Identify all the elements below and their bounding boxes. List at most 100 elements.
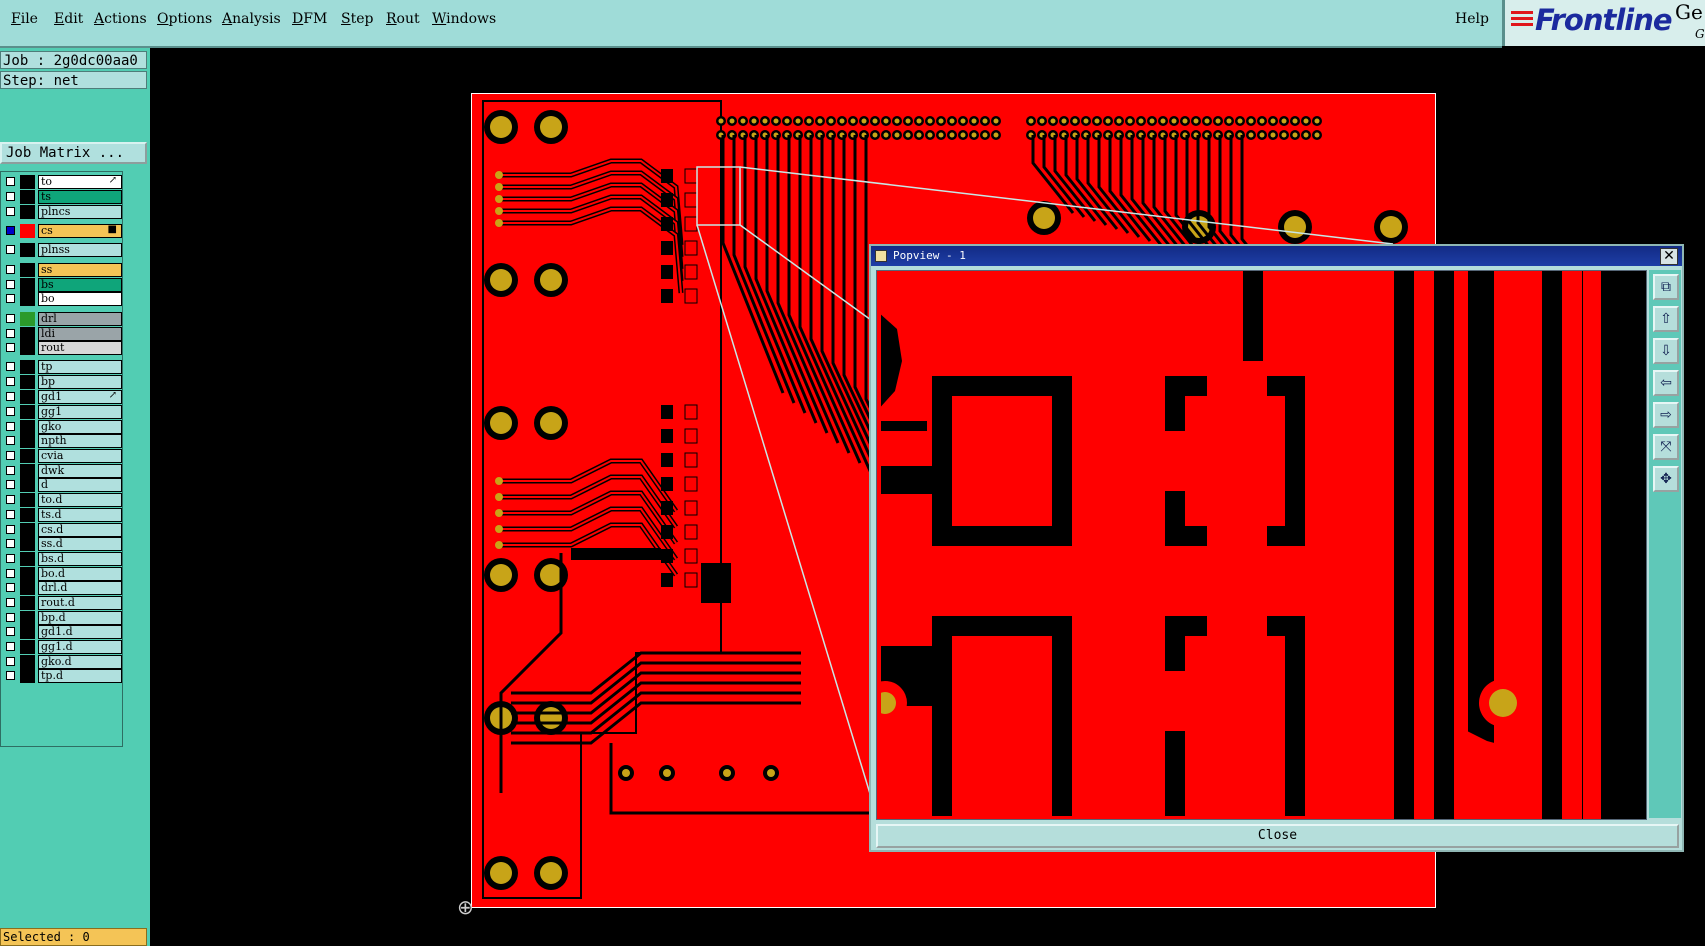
layer-row-to[interactable]: to ↗	[3, 175, 122, 189]
layer-color-swatch[interactable]	[20, 224, 35, 238]
layer-row-cvia[interactable]: cvia	[3, 449, 122, 463]
layer-color-swatch[interactable]	[20, 478, 35, 492]
menu-dfm[interactable]: DFM	[292, 11, 327, 27]
zoom-home-icon[interactable]: ✥	[1653, 466, 1679, 492]
menu-actions[interactable]: Actions	[94, 11, 147, 27]
layer-color-swatch[interactable]	[20, 341, 35, 355]
layer-color-swatch[interactable]	[20, 567, 35, 581]
layer-color-swatch[interactable]	[20, 640, 35, 654]
zoom-window-icon[interactable]: ⧉	[1653, 274, 1679, 300]
layer-name[interactable]: plnss	[38, 243, 122, 257]
layer-checkbox[interactable]	[6, 422, 15, 431]
close-icon[interactable]: ✕	[1660, 248, 1678, 265]
layer-checkbox[interactable]	[6, 525, 15, 534]
layer-checkbox[interactable]	[6, 362, 15, 371]
layer-row-bp[interactable]: bp	[3, 375, 122, 389]
layer-checkbox[interactable]	[6, 466, 15, 475]
zoom-fit-icon[interactable]: ⤧	[1653, 434, 1679, 460]
layer-name[interactable]: rout.d	[38, 596, 122, 610]
pan-down-icon[interactable]: ⇩	[1653, 338, 1679, 364]
menu-options[interactable]: Options	[157, 11, 212, 27]
layer-name[interactable]: gd1.d	[38, 625, 122, 639]
menu-help[interactable]: Help	[1455, 11, 1489, 27]
layer-color-swatch[interactable]	[20, 655, 35, 669]
layer-row-bo[interactable]: bo	[3, 292, 122, 306]
layer-color-swatch[interactable]	[20, 552, 35, 566]
layer-checkbox[interactable]	[6, 569, 15, 578]
layer-color-swatch[interactable]	[20, 537, 35, 551]
layer-checkbox[interactable]	[6, 627, 15, 636]
layer-color-swatch[interactable]	[20, 508, 35, 522]
layer-color-swatch[interactable]	[20, 669, 35, 683]
popview-close-button[interactable]: Close	[876, 824, 1679, 848]
layer-checkbox[interactable]	[6, 329, 15, 338]
popview-canvas[interactable]	[876, 270, 1647, 820]
layer-row-bo-d[interactable]: bo.d	[3, 567, 122, 581]
layer-color-swatch[interactable]	[20, 420, 35, 434]
layer-color-swatch[interactable]	[20, 360, 35, 374]
pan-left-icon[interactable]: ⇦	[1653, 370, 1679, 396]
layer-checkbox[interactable]	[6, 451, 15, 460]
layer-color-swatch[interactable]	[20, 375, 35, 389]
layer-color-swatch[interactable]	[20, 493, 35, 507]
menu-windows[interactable]: Windows	[432, 11, 496, 27]
layer-row-tp-d[interactable]: tp.d	[3, 669, 122, 683]
layer-row-plnss[interactable]: plnss	[3, 243, 122, 257]
layer-color-swatch[interactable]	[20, 581, 35, 595]
layer-name[interactable]: plncs	[38, 205, 122, 219]
layer-row-rout-d[interactable]: rout.d	[3, 596, 122, 610]
layer-checkbox[interactable]	[6, 226, 15, 235]
layer-color-swatch[interactable]	[20, 263, 35, 277]
layer-name[interactable]: cvia	[38, 449, 122, 463]
layer-row-bp-d[interactable]: bp.d	[3, 611, 122, 625]
layer-name[interactable]: gko.d	[38, 655, 122, 669]
layer-name[interactable]: to.d	[38, 493, 122, 507]
layer-name[interactable]: gg1.d	[38, 640, 122, 654]
layer-color-swatch[interactable]	[20, 190, 35, 204]
layer-name[interactable]: npth	[38, 434, 122, 448]
layer-checkbox[interactable]	[6, 554, 15, 563]
layer-checkbox[interactable]	[6, 294, 15, 303]
layer-name[interactable]: bs	[38, 278, 122, 292]
layer-row-tp[interactable]: tp	[3, 360, 122, 374]
layer-name[interactable]: ss	[38, 263, 122, 277]
layer-color-swatch[interactable]	[20, 596, 35, 610]
layer-name[interactable]: drl	[38, 312, 122, 326]
layer-color-swatch[interactable]	[20, 390, 35, 404]
layer-checkbox[interactable]	[6, 598, 15, 607]
layer-row-ts[interactable]: ts	[3, 190, 122, 204]
layer-name[interactable]: bp	[38, 375, 122, 389]
layer-row-ldi[interactable]: ldi	[3, 327, 122, 341]
layer-color-swatch[interactable]	[20, 449, 35, 463]
layer-color-swatch[interactable]	[20, 434, 35, 448]
layer-color-swatch[interactable]	[20, 523, 35, 537]
menu-file[interactable]: File	[11, 11, 38, 27]
layer-row-to-d[interactable]: to.d	[3, 493, 122, 507]
layer-row-drl[interactable]: drl	[3, 312, 122, 326]
layer-name[interactable]: bp.d	[38, 611, 122, 625]
layer-color-swatch[interactable]	[20, 464, 35, 478]
layer-row-cs-d[interactable]: cs.d	[3, 523, 122, 537]
layer-row-dwk[interactable]: dwk	[3, 464, 122, 478]
layer-row-gd1[interactable]: gd1 ↗	[3, 390, 122, 404]
layer-checkbox[interactable]	[6, 436, 15, 445]
layer-checkbox[interactable]	[6, 343, 15, 352]
layer-checkbox[interactable]	[6, 377, 15, 386]
layer-name[interactable]: ts	[38, 190, 122, 204]
layer-checkbox[interactable]	[6, 392, 15, 401]
layer-row-gg1[interactable]: gg1	[3, 405, 122, 419]
layer-color-swatch[interactable]	[20, 205, 35, 219]
layer-row-ts-d[interactable]: ts.d	[3, 508, 122, 522]
layer-row-gko[interactable]: gko	[3, 420, 122, 434]
layer-checkbox[interactable]	[6, 583, 15, 592]
layer-name[interactable]: bs.d	[38, 552, 122, 566]
layer-checkbox[interactable]	[6, 510, 15, 519]
layer-checkbox[interactable]	[6, 613, 15, 622]
layer-name[interactable]: cs.d	[38, 523, 122, 537]
pan-right-icon[interactable]: ⇨	[1653, 402, 1679, 428]
layer-name[interactable]: drl.d	[38, 581, 122, 595]
layer-row-bs-d[interactable]: bs.d	[3, 552, 122, 566]
popview-titlebar[interactable]: Popview - 1 ✕	[871, 246, 1682, 266]
layer-checkbox[interactable]	[6, 245, 15, 254]
layer-color-swatch[interactable]	[20, 278, 35, 292]
